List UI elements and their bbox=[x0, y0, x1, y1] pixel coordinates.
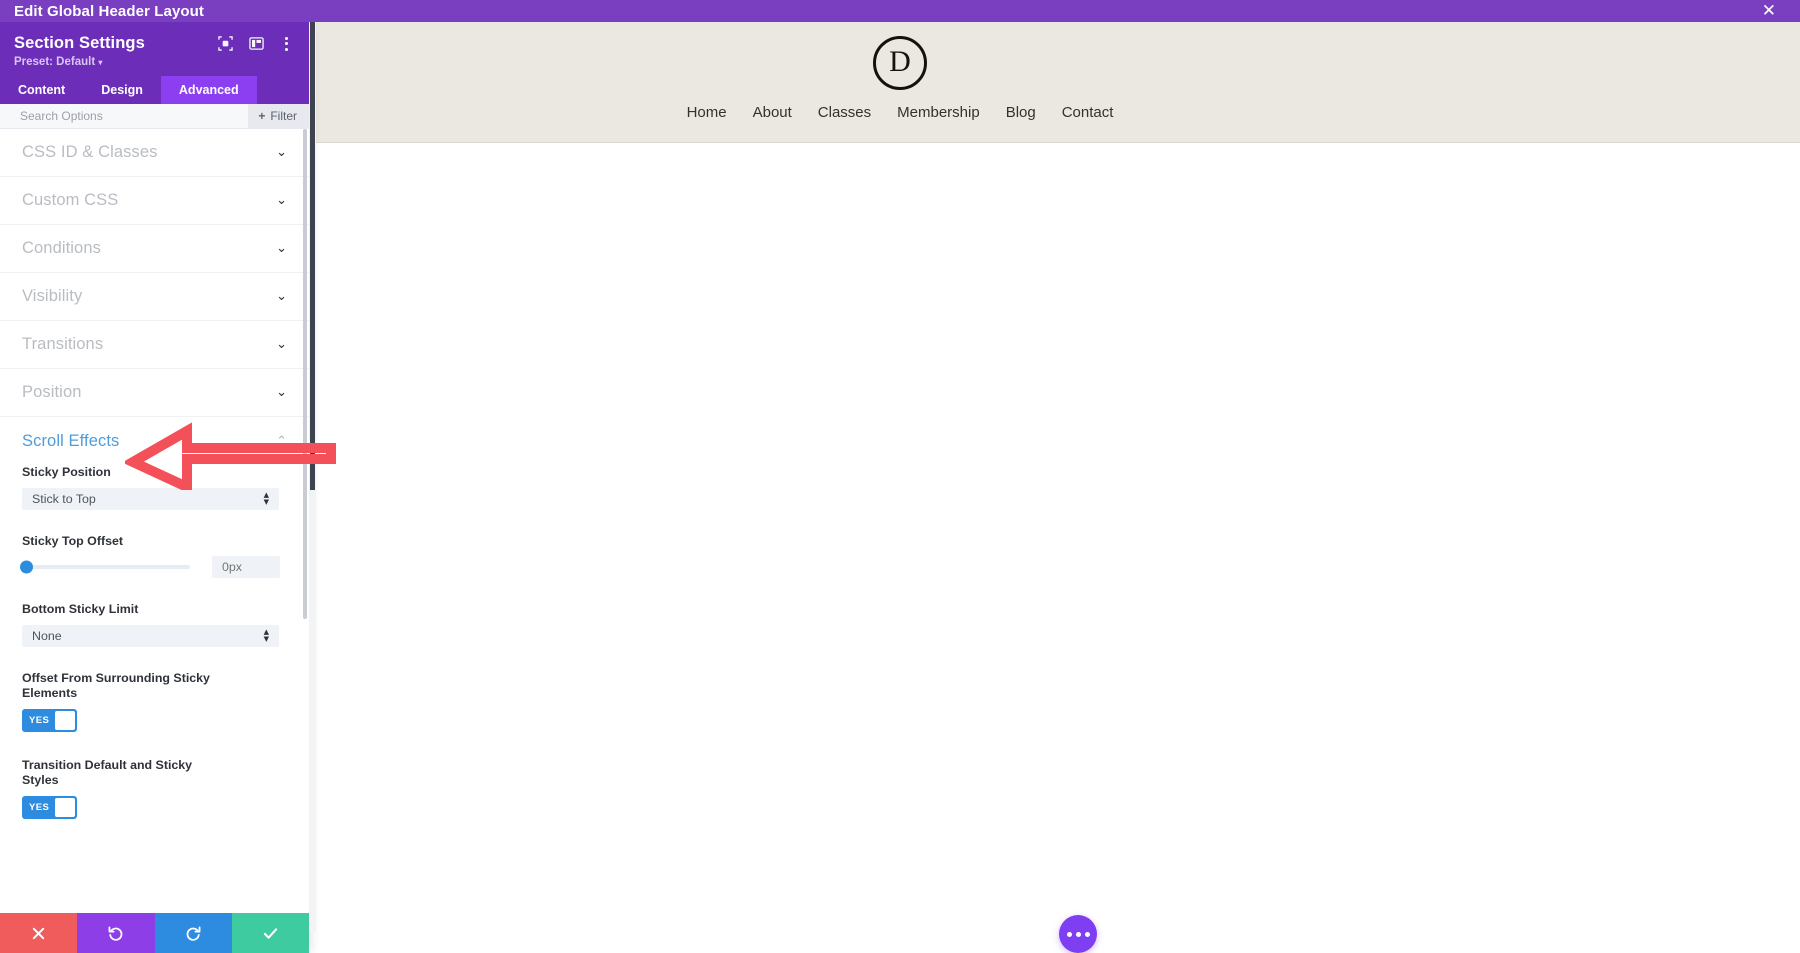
nav-item-contact[interactable]: Contact bbox=[1062, 104, 1114, 121]
focus-target-icon[interactable] bbox=[217, 35, 234, 52]
dot-icon bbox=[284, 42, 288, 45]
accordion-label: Custom CSS bbox=[22, 191, 119, 209]
undo-button[interactable] bbox=[77, 913, 155, 953]
panel-options-scroll: CSS ID & Classes ⌄ Custom CSS ⌄ Conditio… bbox=[0, 129, 309, 913]
panel-options-body: CSS ID & Classes ⌄ Custom CSS ⌄ Conditio… bbox=[0, 129, 309, 913]
cancel-button[interactable] bbox=[0, 913, 78, 953]
filter-button-label: Filter bbox=[270, 109, 297, 123]
more-options-fab[interactable] bbox=[1059, 915, 1097, 953]
slider-handle[interactable] bbox=[20, 560, 33, 574]
accordion-label: Scroll Effects bbox=[22, 431, 120, 450]
field-offset-from-surrounding: Offset From Surrounding Sticky Elements … bbox=[0, 671, 309, 758]
field-label: Transition Default and Sticky Styles bbox=[22, 757, 193, 788]
accordion-label: Visibility bbox=[22, 287, 83, 305]
select-arrows-icon: ▲ ▼ bbox=[263, 491, 269, 506]
panel-header: Section Settings Preset: Default ▾ bbox=[0, 22, 309, 76]
accordion-custom-css[interactable]: Custom CSS ⌄ bbox=[0, 177, 309, 225]
tab-advanced[interactable]: Advanced bbox=[160, 76, 257, 104]
site-logo-letter: D bbox=[889, 45, 911, 78]
field-sticky-top-offset: Sticky Top Offset bbox=[0, 534, 309, 603]
kebab-menu-icon[interactable] bbox=[279, 35, 293, 52]
nav-item-classes[interactable]: Classes bbox=[818, 104, 871, 121]
nav-item-about[interactable]: About bbox=[753, 104, 792, 121]
chevron-down-icon: ⌄ bbox=[276, 145, 287, 160]
transition-default-sticky-toggle[interactable]: YES bbox=[22, 795, 77, 819]
window-title: Edit Global Header Layout bbox=[14, 2, 205, 20]
window-titlebar: Edit Global Header Layout ✕ bbox=[0, 0, 1800, 22]
redo-icon bbox=[186, 926, 201, 941]
sticky-position-select[interactable]: Stick to Top ▲ ▼ bbox=[22, 487, 279, 510]
field-bottom-sticky-limit: Bottom Sticky Limit None ▲ ▼ bbox=[0, 602, 309, 671]
sticky-top-offset-slider[interactable] bbox=[20, 560, 190, 574]
select-value: Stick to Top bbox=[32, 491, 96, 506]
panel-tabs: Content Design Advanced bbox=[0, 76, 309, 104]
preset-label: Preset: Default bbox=[14, 56, 96, 68]
site-logo: D bbox=[873, 36, 927, 90]
sticky-top-offset-input[interactable] bbox=[212, 556, 280, 578]
plus-icon: + bbox=[258, 109, 266, 123]
panel-action-bar bbox=[0, 913, 309, 953]
save-button[interactable] bbox=[231, 913, 309, 953]
toggle-label: YES bbox=[29, 801, 50, 813]
field-transition-default-sticky: Transition Default and Sticky Styles YES bbox=[0, 758, 309, 845]
undo-icon bbox=[108, 926, 123, 941]
check-icon bbox=[263, 927, 278, 939]
accordion-label: CSS ID & Classes bbox=[22, 143, 158, 161]
panel-title: Section Settings bbox=[14, 34, 145, 52]
toggle-label: YES bbox=[29, 714, 50, 726]
accordion-transitions[interactable]: Transitions ⌄ bbox=[0, 321, 309, 369]
chevron-down-icon: ⌄ bbox=[276, 193, 287, 208]
options-searchbar: + Filter bbox=[0, 104, 309, 129]
chevron-down-icon: ⌄ bbox=[276, 241, 287, 256]
redo-button[interactable] bbox=[154, 913, 232, 953]
toggle-knob bbox=[55, 710, 75, 730]
bottom-sticky-limit-select[interactable]: None ▲ ▼ bbox=[22, 624, 279, 647]
toggle-knob bbox=[55, 797, 75, 817]
accordion-position[interactable]: Position ⌄ bbox=[0, 369, 309, 417]
accordion-visibility[interactable]: Visibility ⌄ bbox=[0, 273, 309, 321]
accordion-label: Conditions bbox=[22, 239, 101, 257]
editor-window: Edit Global Header Layout ✕ D Home About… bbox=[0, 0, 1800, 953]
accordion-scroll-effects[interactable]: Scroll Effects ⌃ bbox=[0, 417, 309, 465]
accordion-label: Position bbox=[22, 383, 82, 401]
dot-icon bbox=[1075, 931, 1081, 937]
panel-scrollbar-thumb[interactable] bbox=[303, 129, 307, 619]
nav-item-blog[interactable]: Blog bbox=[1006, 104, 1036, 121]
preset-selector[interactable]: Preset: Default ▾ bbox=[0, 53, 309, 68]
chevron-up-icon: ⌃ bbox=[276, 433, 287, 449]
canvas-scrollbar-thumb[interactable] bbox=[310, 0, 315, 490]
dot-icon bbox=[1066, 931, 1072, 937]
dot-icon bbox=[1084, 931, 1090, 937]
nav-item-membership[interactable]: Membership bbox=[897, 104, 980, 121]
site-main-nav: Home About Classes Membership Blog Conta… bbox=[687, 104, 1114, 121]
select-arrows-icon: ▲ ▼ bbox=[263, 628, 269, 643]
chevron-down-icon: ⌄ bbox=[276, 337, 287, 352]
panel-header-actions bbox=[217, 35, 295, 52]
accordion-css-id-classes[interactable]: CSS ID & Classes ⌄ bbox=[0, 129, 309, 177]
dot-icon bbox=[284, 47, 288, 51]
close-icon[interactable]: ✕ bbox=[1762, 2, 1800, 20]
accordion-label: Transitions bbox=[22, 335, 104, 353]
nav-item-home[interactable]: Home bbox=[687, 104, 727, 121]
section-settings-panel: Section Settings Preset: Default ▾ Conte… bbox=[0, 22, 309, 953]
close-icon bbox=[32, 927, 45, 939]
field-sticky-position: Sticky Position Stick to Top ▲ ▼ bbox=[0, 465, 309, 534]
layout-columns-icon[interactable] bbox=[248, 35, 265, 52]
search-input[interactable] bbox=[0, 104, 249, 128]
select-value: None bbox=[32, 628, 62, 643]
accordion-conditions[interactable]: Conditions ⌄ bbox=[0, 225, 309, 273]
field-label: Offset From Surrounding Sticky Elements bbox=[22, 670, 210, 701]
offset-from-surrounding-toggle[interactable]: YES bbox=[22, 708, 77, 732]
tab-content[interactable]: Content bbox=[0, 76, 83, 104]
canvas-scrollbar[interactable] bbox=[309, 0, 316, 931]
dot-icon bbox=[284, 36, 288, 40]
field-label: Sticky Top Offset bbox=[22, 533, 123, 548]
tab-design[interactable]: Design bbox=[83, 76, 161, 104]
field-label: Sticky Position bbox=[22, 465, 111, 479]
chevron-down-icon: ⌄ bbox=[276, 289, 287, 304]
filter-button[interactable]: + Filter bbox=[248, 104, 309, 128]
chevron-down-icon: ⌄ bbox=[276, 385, 287, 400]
field-label: Bottom Sticky Limit bbox=[22, 602, 139, 616]
chevron-down-icon: ▾ bbox=[98, 58, 103, 67]
